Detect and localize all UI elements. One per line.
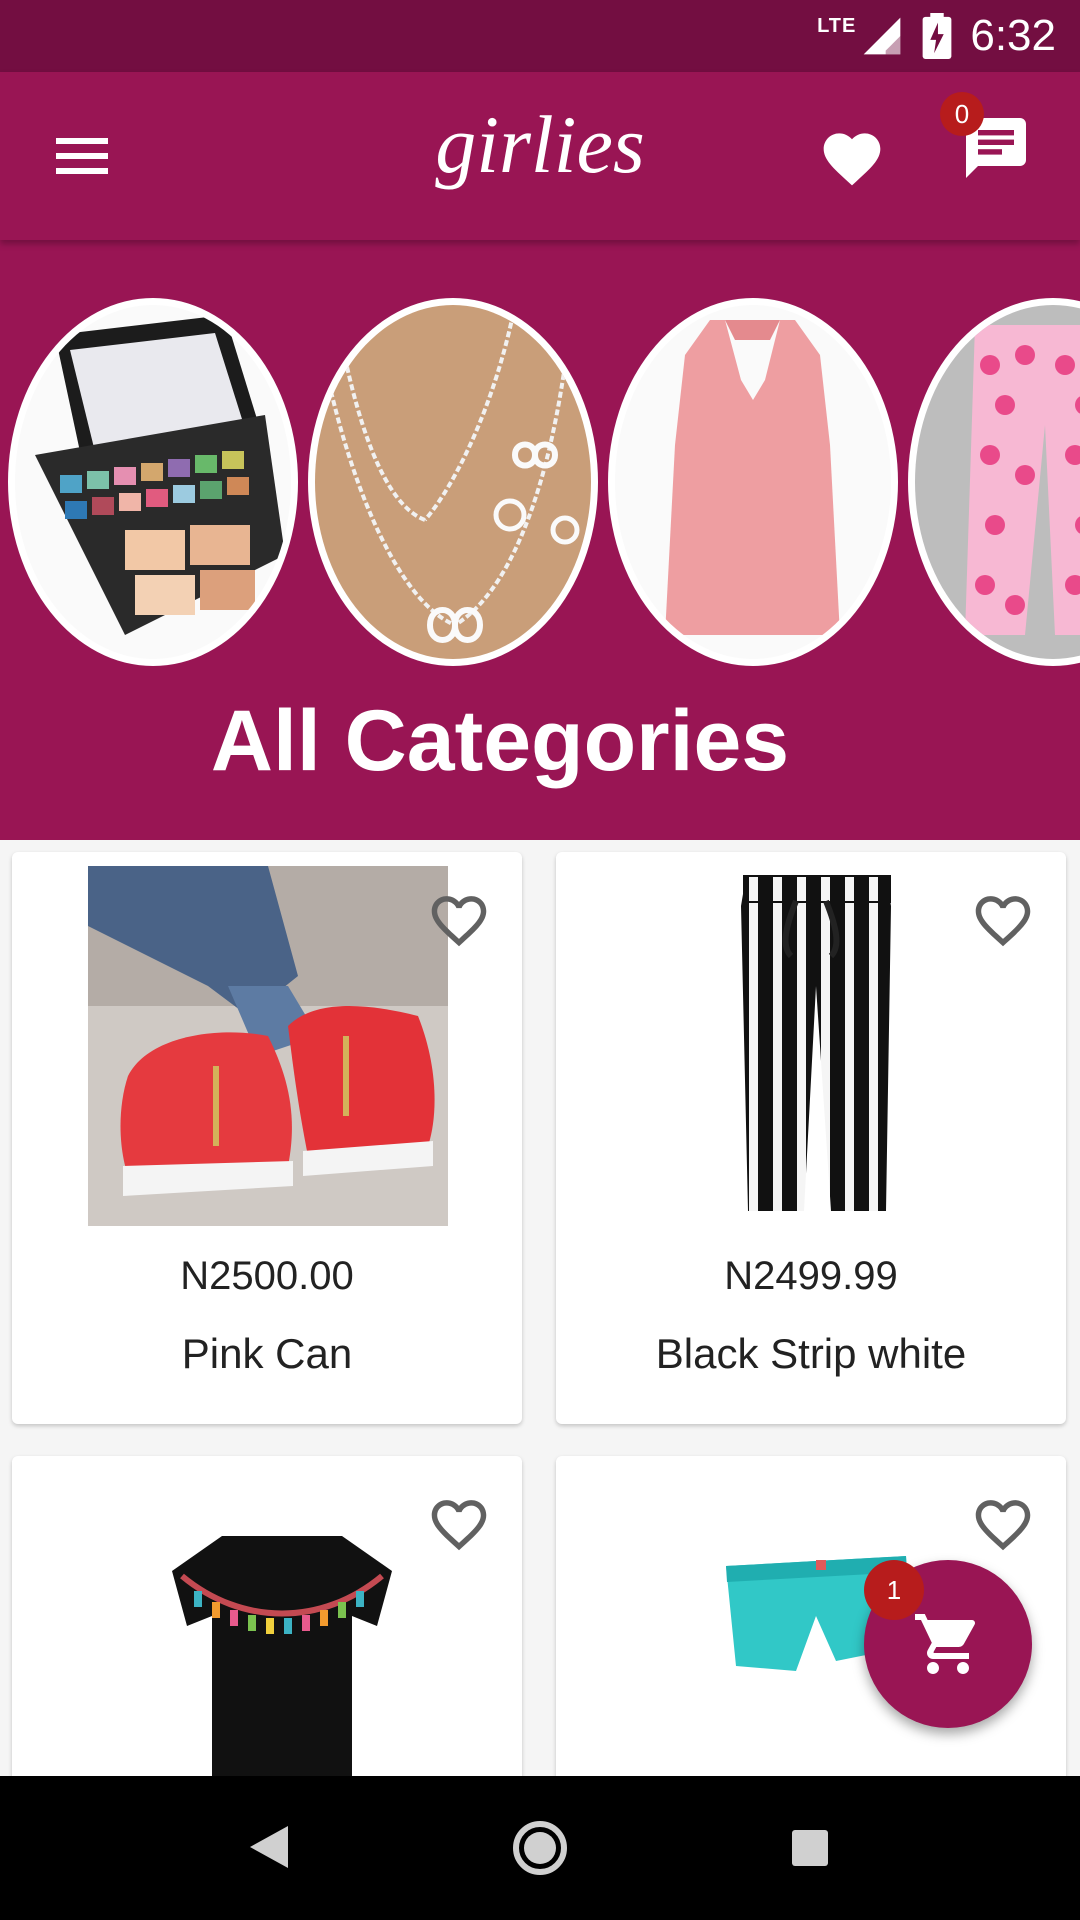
product-name: Pink Can bbox=[181, 1330, 353, 1377]
striped-pants-image bbox=[686, 866, 946, 1226]
makeup-palette-image bbox=[15, 305, 291, 659]
shopping-cart-icon bbox=[915, 1614, 976, 1674]
product-image[interactable] bbox=[88, 866, 448, 1226]
recents-icon[interactable] bbox=[790, 1828, 830, 1868]
product-price: N2499.99 bbox=[724, 1254, 898, 1298]
all-categories-title[interactable]: All Categories bbox=[0, 692, 1000, 791]
red-sneakers-image bbox=[88, 866, 448, 1226]
favorite-outline-icon[interactable] bbox=[426, 1492, 492, 1552]
category-makeup[interactable] bbox=[8, 298, 298, 666]
status-bar: LTE 6:32 bbox=[0, 0, 1080, 72]
favorite-outline-icon[interactable] bbox=[970, 888, 1036, 948]
necklace-jewelry-image bbox=[315, 305, 591, 659]
battery-charging-icon bbox=[922, 13, 952, 59]
signal-icon bbox=[864, 17, 901, 55]
category-pants[interactable] bbox=[908, 298, 1080, 666]
product-card[interactable] bbox=[12, 1456, 522, 1816]
product-card[interactable]: N2499.99 Black Strip white bbox=[556, 852, 1066, 1424]
product-name: Black Strip white bbox=[655, 1330, 967, 1377]
category-jewelry[interactable] bbox=[308, 298, 598, 666]
home-icon[interactable] bbox=[512, 1820, 568, 1876]
favorite-outline-icon[interactable] bbox=[426, 888, 492, 948]
product-image[interactable] bbox=[686, 866, 946, 1226]
favorite-outline-icon[interactable] bbox=[970, 1492, 1036, 1552]
app-logo: girlies bbox=[435, 99, 645, 190]
navigation-bar bbox=[0, 1776, 1080, 1920]
app-bar: girlies 0 bbox=[0, 72, 1080, 240]
product-price: N2500.00 bbox=[180, 1254, 354, 1298]
category-banner: All Categories bbox=[0, 240, 1080, 840]
pink-top-image bbox=[615, 305, 891, 659]
cart-count-badge: 1 bbox=[864, 1560, 924, 1620]
product-card[interactable]: N2500.00 Pink Can bbox=[12, 852, 522, 1424]
category-tops[interactable] bbox=[608, 298, 898, 666]
clock: 6:32 bbox=[970, 11, 1056, 60]
black-tassel-top-image bbox=[152, 1516, 412, 1776]
network-type: LTE bbox=[817, 14, 857, 37]
back-icon[interactable] bbox=[248, 1824, 290, 1870]
product-image[interactable] bbox=[152, 1516, 412, 1776]
messages-count-badge: 0 bbox=[940, 92, 984, 136]
polka-dot-pants-image bbox=[915, 305, 1080, 659]
favorites-heart-icon[interactable] bbox=[818, 124, 886, 188]
